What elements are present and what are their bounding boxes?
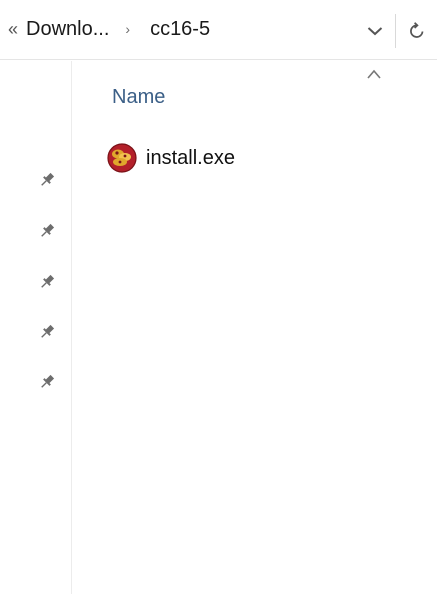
pin-icon[interactable] xyxy=(36,220,58,242)
file-explorer-window: « Downlo... › cc16-5 Name install.exe xyxy=(0,0,437,594)
refresh-button[interactable] xyxy=(403,17,431,45)
double-chevron-left-icon[interactable]: « xyxy=(8,20,18,38)
address-dropdown-button[interactable] xyxy=(360,16,390,46)
navigation-pane[interactable] xyxy=(0,61,72,594)
refresh-icon xyxy=(410,22,424,38)
breadcrumb-item-current-folder[interactable]: cc16-5 xyxy=(150,18,210,41)
column-header-name[interactable]: Name xyxy=(112,86,165,109)
file-list-item[interactable]: install.exe xyxy=(106,140,247,176)
chevron-right-icon[interactable]: › xyxy=(125,22,130,36)
pin-icon[interactable] xyxy=(36,169,58,191)
installer-exe-icon xyxy=(106,142,138,174)
sort-ascending-icon[interactable] xyxy=(365,68,383,80)
pin-icon[interactable] xyxy=(36,271,58,293)
pin-icon[interactable] xyxy=(36,371,58,393)
address-bar[interactable]: « Downlo... › cc16-5 xyxy=(0,0,437,60)
pin-icon[interactable] xyxy=(36,321,58,343)
file-name: install.exe xyxy=(146,146,235,169)
breadcrumb-item-downloads[interactable]: Downlo... xyxy=(26,18,109,41)
chevron-down-icon xyxy=(367,27,383,36)
breadcrumb: « Downlo... › cc16-5 xyxy=(8,14,210,44)
address-divider xyxy=(395,14,396,48)
